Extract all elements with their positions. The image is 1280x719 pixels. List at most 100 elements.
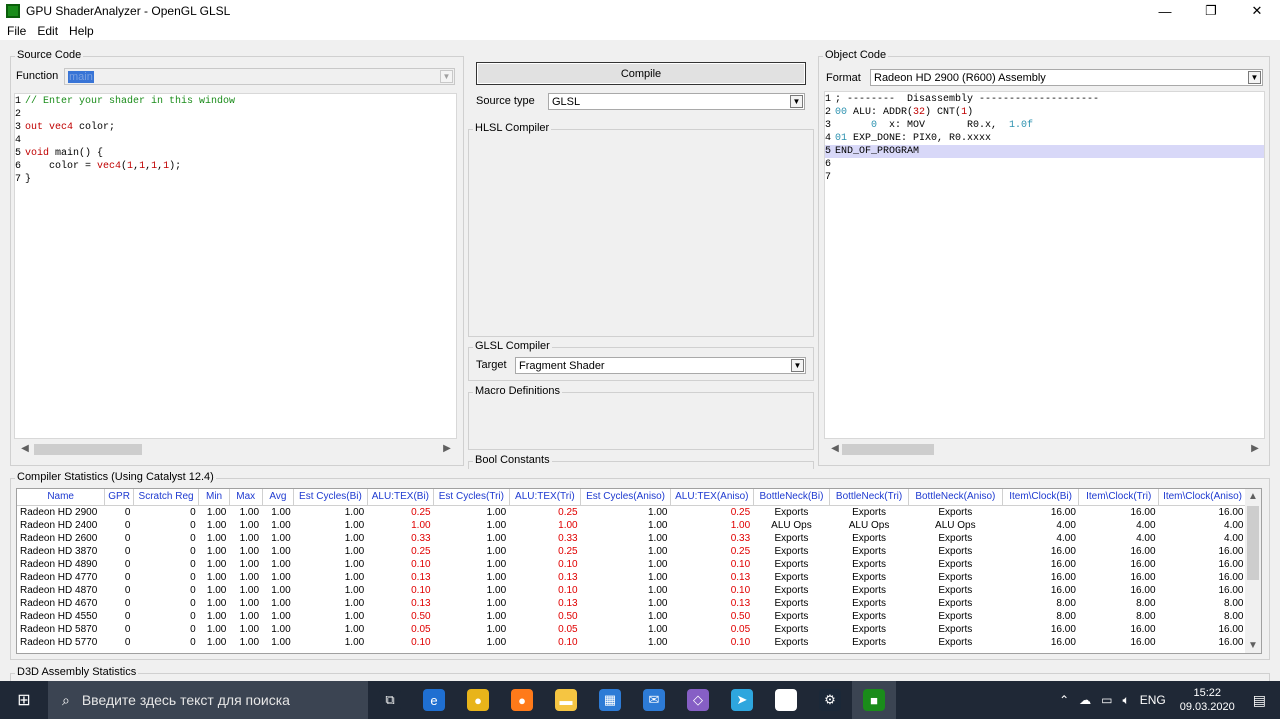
code-line: 5 void main() { xyxy=(15,147,456,160)
table-cell: 1.00 xyxy=(486,636,507,648)
scroll-right-icon[interactable]: ▶ xyxy=(440,442,454,455)
source-editor[interactable]: 1// Enter your shader in this window 2 3 ou… xyxy=(14,93,457,439)
code-line: 4 xyxy=(15,134,456,147)
windows-start-icon[interactable]: ⊞ xyxy=(0,681,48,719)
table-cell: Radeon HD 5870 xyxy=(20,623,98,635)
column-header[interactable]: ALU:TEX(Aniso) xyxy=(670,489,754,506)
task-view-icon[interactable]: ⧉ xyxy=(368,681,412,719)
shaderanalyzer-task-icon[interactable]: ■ xyxy=(852,681,896,719)
column-header[interactable]: Item\Clock(Tri) xyxy=(1078,489,1160,506)
column-header[interactable]: BottleNeck(Bi) xyxy=(753,489,831,506)
table-row[interactable]: Radeon HD 4870 0 0 1.00 1.00 1.00 1.00 0.10 1.00… xyxy=(17,584,1247,597)
clock-date: 09.03.2020 xyxy=(1179,701,1235,713)
language-indicator[interactable]: ENG xyxy=(1140,693,1166,707)
search-placeholder: Введите здесь текст для поиска xyxy=(81,692,290,708)
object-hscrollbar[interactable]: ◀ ▶ xyxy=(826,441,1264,456)
line-number: 5 xyxy=(825,146,832,157)
column-header[interactable]: Max xyxy=(229,489,263,506)
table-row[interactable]: Radeon HD 4890 0 0 1.00 1.00 1.00 1.00 0.10 1.00… xyxy=(17,558,1247,571)
visual-studio-icon[interactable]: ◇ xyxy=(676,681,720,719)
table-cell: 0 xyxy=(124,532,131,544)
function-select[interactable]: main ▼ xyxy=(64,68,455,85)
table-row[interactable]: Radeon HD 5870 0 0 1.00 1.00 1.00 1.00 0.05 1.00… xyxy=(17,623,1247,636)
column-header[interactable]: BottleNeck(Tri) xyxy=(829,489,909,506)
compile-button[interactable]: Compile xyxy=(476,62,806,85)
maximize-button[interactable]: ❐ xyxy=(1188,0,1234,22)
column-header[interactable]: Item\Clock(Bi) xyxy=(1002,489,1080,506)
scroll-left-icon[interactable]: ◀ xyxy=(18,442,32,455)
column-header[interactable]: Est Cycles(Bi) xyxy=(293,489,368,506)
table-row[interactable]: Radeon HD 2400 0 0 1.00 1.00 1.00 1.00 1.00 1.00… xyxy=(17,519,1247,532)
table-cell: 1.00 xyxy=(648,610,668,622)
table-cell: 1.00 xyxy=(206,532,227,544)
minimize-button[interactable]: — xyxy=(1142,0,1188,22)
menu-file[interactable]: File xyxy=(3,24,30,38)
store-icon[interactable]: ▦ xyxy=(588,681,632,719)
source-type-select[interactable]: GLSL ▼ xyxy=(548,93,805,110)
table-row[interactable]: Radeon HD 4770 0 0 1.00 1.00 1.00 1.00 0.13 1.00… xyxy=(17,571,1247,584)
scroll-right-icon[interactable]: ▶ xyxy=(1248,442,1262,455)
network-icon[interactable]: ▭ xyxy=(1101,693,1112,707)
code-line: 7} xyxy=(15,173,456,186)
table-cell: 0.50 xyxy=(558,610,578,622)
mail-icon[interactable]: ✉ xyxy=(632,681,676,719)
table-cell: 4.00 xyxy=(1056,519,1076,531)
column-header[interactable]: Name xyxy=(17,489,106,506)
chevron-up-icon[interactable]: ⌃ xyxy=(1059,693,1069,707)
file-explorer-icon[interactable]: ▬ xyxy=(544,681,588,719)
table-row[interactable]: Radeon HD 2900 0 0 1.00 1.00 1.00 1.00 0.25 1.00… xyxy=(17,505,1247,519)
edge-icon[interactable]: e xyxy=(412,681,456,719)
statistics-vscrollbar[interactable]: ▲ ▼ xyxy=(1245,489,1261,653)
table-cell: 1.00 xyxy=(648,506,668,518)
column-header[interactable]: BottleNeck(Aniso) xyxy=(908,489,1003,506)
column-header[interactable]: GPR xyxy=(104,489,134,506)
scroll-thumb[interactable] xyxy=(34,444,142,455)
code-token: main() { xyxy=(49,148,104,159)
notifications-icon[interactable]: ▤ xyxy=(1253,692,1266,709)
column-header[interactable]: Est Cycles(Tri) xyxy=(433,489,510,506)
column-header[interactable]: Min xyxy=(198,489,230,506)
menu-help[interactable]: Help xyxy=(65,24,98,38)
column-header[interactable]: Avg xyxy=(262,489,295,506)
hlsl-compiler-group: HLSL Compiler xyxy=(468,122,814,337)
table-cell: 0.25 xyxy=(411,506,431,518)
column-header[interactable]: Est Cycles(Aniso) xyxy=(580,489,671,506)
table-row[interactable]: Radeon HD 5770 0 0 1.00 1.00 1.00 1.00 0.10 1.00… xyxy=(17,636,1247,649)
source-hscrollbar[interactable]: ◀ ▶ xyxy=(16,441,456,456)
firefox-glyph: ● xyxy=(511,689,533,711)
table-row[interactable]: Radeon HD 2600 0 0 1.00 1.00 1.00 1.00 0.33 1.00… xyxy=(17,532,1247,545)
volume-icon[interactable]: 🔈︎ xyxy=(1122,693,1129,708)
telegram-icon[interactable]: ➤ xyxy=(720,681,764,719)
scroll-thumb[interactable] xyxy=(842,444,934,455)
clock[interactable]: 15:22 09.03.2020 xyxy=(1180,686,1235,714)
table-row[interactable]: Radeon HD 3870 0 0 1.00 1.00 1.00 1.00 0.25 1.00… xyxy=(17,545,1247,558)
target-select[interactable]: Fragment Shader ▼ xyxy=(515,357,806,374)
close-button[interactable]: ✕ xyxy=(1234,0,1280,22)
compiler-statistics-label: Compiler Statistics (Using Catalyst 12.4… xyxy=(15,471,216,483)
column-header[interactable]: ALU:TEX(Bi) xyxy=(367,489,435,506)
format-select[interactable]: Radeon HD 2900 (R600) Assembly ▼ xyxy=(870,69,1263,86)
taskbar-search[interactable]: ⌕ Введите здесь текст для поиска xyxy=(48,681,368,719)
onedrive-icon[interactable]: ☁ xyxy=(1079,693,1091,707)
scroll-down-icon[interactable]: ▼ xyxy=(1246,639,1260,652)
scroll-up-icon[interactable]: ▲ xyxy=(1246,490,1260,503)
chrome-icon[interactable]: ● xyxy=(456,681,500,719)
slack-icon[interactable]: ✱ xyxy=(764,681,808,719)
table-cell: 16.00 xyxy=(1218,636,1244,648)
menu-edit[interactable]: Edit xyxy=(33,24,62,38)
scroll-left-icon[interactable]: ◀ xyxy=(828,442,842,455)
object-code-viewer[interactable]: 1; -------- Disassembly ----------------… xyxy=(824,91,1265,439)
table-row[interactable]: Radeon HD 4670 0 0 1.00 1.00 1.00 1.00 0.13 1.00… xyxy=(17,597,1247,610)
column-header[interactable]: Item\Clock(Aniso) xyxy=(1158,489,1247,506)
column-header[interactable]: Scratch Reg xyxy=(133,489,200,506)
table-cell: 0.13 xyxy=(411,571,431,583)
table-cell: 16.00 xyxy=(1050,623,1076,635)
table-row[interactable]: Radeon HD 4550 0 0 1.00 1.00 1.00 1.00 0.50 1.00… xyxy=(17,610,1247,623)
table-cell: 0 xyxy=(190,519,196,531)
table-cell: 0.13 xyxy=(558,597,578,609)
scroll-thumb[interactable] xyxy=(1247,506,1259,580)
steam-icon[interactable]: ⚙ xyxy=(808,681,852,719)
firefox-icon[interactable]: ● xyxy=(500,681,544,719)
table-cell: Exports xyxy=(774,532,809,544)
column-header[interactable]: ALU:TEX(Tri) xyxy=(509,489,582,506)
